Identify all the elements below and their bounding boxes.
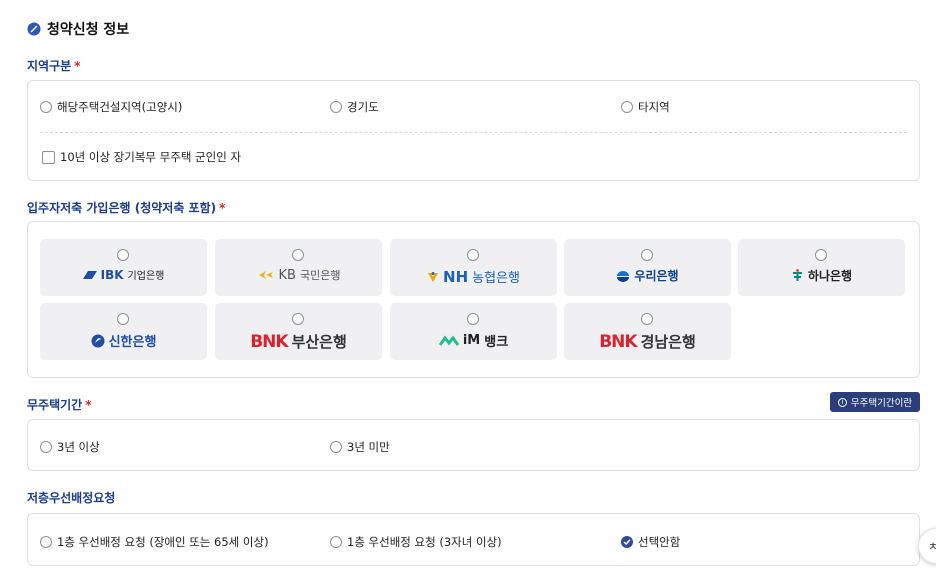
bank-option-ibk[interactable]: IBK 기업은행 (40, 239, 207, 296)
bank-option-shinhan[interactable]: 신한은행 (40, 303, 207, 360)
bank-option-busan[interactable]: BNK 부산은행 (215, 303, 382, 360)
homeless-info-button[interactable]: i 무주택기간이란 (830, 392, 920, 412)
nh-logo-icon (428, 271, 439, 282)
radio-icon[interactable] (40, 441, 52, 453)
radio-icon[interactable] (40, 536, 52, 548)
radio-icon[interactable] (641, 249, 653, 261)
bank-option-im[interactable]: iM 뱅크 (390, 303, 557, 360)
bank-option-nh[interactable]: NH 농협은행 (390, 239, 557, 296)
region-option-gyeonggi[interactable]: 경기도 (330, 99, 379, 115)
woori-logo-icon (617, 270, 630, 282)
ibk-logo-icon (82, 270, 97, 279)
bank-label: 입주자저축 가입은행 (청약저축 포함) * (27, 201, 226, 215)
radio-icon[interactable] (117, 249, 129, 261)
radio-icon[interactable] (330, 441, 342, 453)
shinhan-logo-icon (91, 334, 105, 347)
floating-action-button[interactable]: ㅊ (918, 528, 936, 564)
divider (40, 132, 907, 133)
radio-icon[interactable] (40, 101, 52, 113)
homeless-option-under3[interactable]: 3년 미만 (330, 439, 390, 455)
title-bullet-icon (27, 22, 41, 36)
region-card: 해당주택건설지역(고양시) 경기도 타지역 10년 이상 장기복무 무주택 군인… (27, 80, 920, 181)
radio-icon[interactable] (330, 536, 342, 548)
radio-icon[interactable] (292, 249, 304, 261)
radio-icon[interactable] (467, 313, 479, 325)
region-option-other[interactable]: 타지역 (621, 99, 670, 115)
radio-icon[interactable] (621, 101, 633, 113)
homeless-card: 3년 이상 3년 미만 (27, 419, 920, 471)
homeless-option-3plus[interactable]: 3년 이상 (40, 439, 100, 455)
radio-icon[interactable] (641, 313, 653, 325)
military-checkbox[interactable]: 10년 이상 장기복무 무주택 군인인 자 (42, 149, 241, 165)
checkbox-icon[interactable] (42, 150, 55, 164)
bank-option-hana[interactable]: 하나은행 (738, 239, 905, 296)
bank-option-gyeongnam[interactable]: BNK 경남은행 (564, 303, 731, 360)
radio-icon[interactable] (292, 313, 304, 325)
kb-star-icon (258, 271, 273, 279)
lowfloor-label: 저층우선배정요청 (27, 491, 116, 505)
im-logo-icon (438, 335, 459, 346)
radio-icon[interactable] (117, 313, 129, 325)
hana-logo-icon (792, 269, 802, 281)
bank-option-woori[interactable]: 우리은행 (564, 239, 731, 296)
radio-icon[interactable] (330, 101, 342, 113)
radio-checked-icon[interactable] (621, 536, 633, 548)
homeless-label: 무주택기간 * (27, 398, 92, 412)
lowfloor-option-three-children[interactable]: 1층 우선배정 요청 (3자녀 이상) (330, 534, 502, 550)
bank-card: IBK 기업은행 KB 국민은행 NH 농협은행 우리은행 하나은행 신한은행 … (27, 221, 920, 378)
bank-option-kb[interactable]: KB 국민은행 (215, 239, 382, 296)
region-option-local[interactable]: 해당주택건설지역(고양시) (40, 99, 182, 115)
lowfloor-option-disabled-elderly[interactable]: 1층 우선배정 요청 (장애인 또는 65세 이상) (40, 534, 269, 550)
radio-icon[interactable] (467, 249, 479, 261)
radio-icon[interactable] (815, 249, 827, 261)
lowfloor-option-none[interactable]: 선택안함 (621, 534, 680, 550)
page-title: 청약신청 정보 (27, 19, 129, 39)
region-label: 지역구분 * (27, 59, 81, 73)
info-icon: i (837, 397, 847, 407)
check-icon (623, 539, 631, 546)
lowfloor-card: 1층 우선배정 요청 (장애인 또는 65세 이상) 1층 우선배정 요청 (3… (27, 513, 920, 566)
page-title-text: 청약신청 정보 (47, 22, 130, 38)
